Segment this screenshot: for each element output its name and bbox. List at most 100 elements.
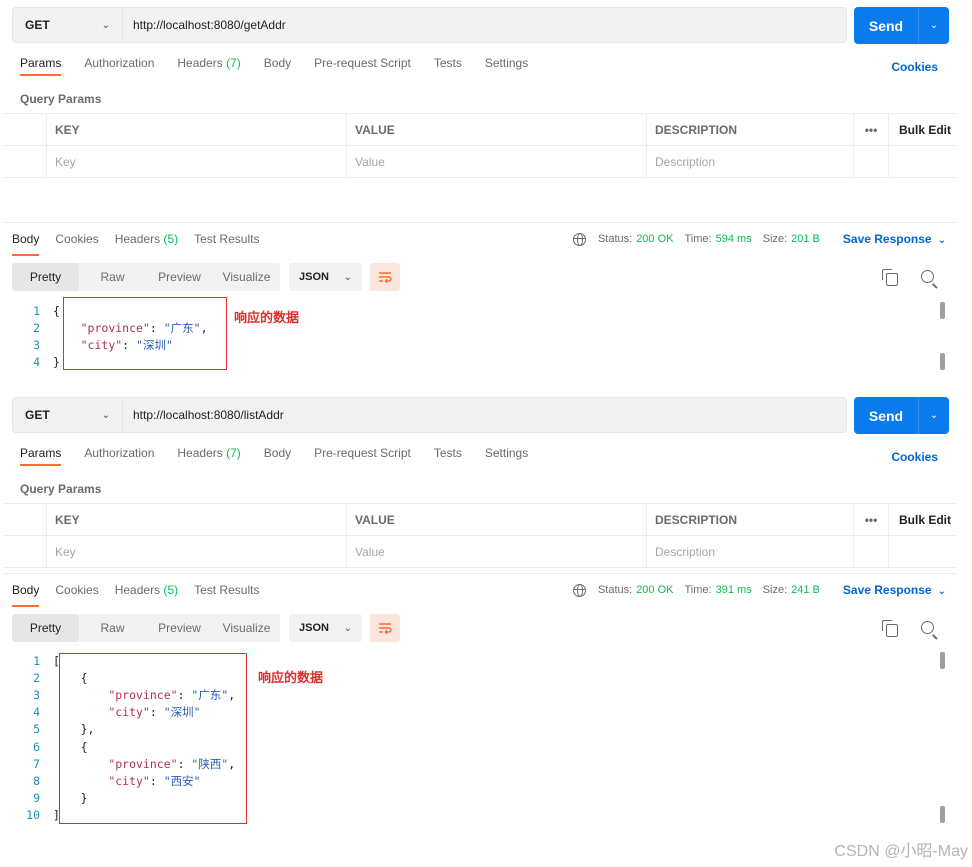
tab-pre-request-script[interactable]: Pre-request Script xyxy=(314,56,411,76)
size-value[interactable]: 241 B xyxy=(791,584,820,596)
view-visualize[interactable]: Visualize xyxy=(213,263,280,291)
value-input[interactable]: Value xyxy=(346,536,646,567)
view-raw[interactable]: Raw xyxy=(79,614,146,642)
status-value[interactable]: 200 OK xyxy=(636,584,673,596)
search-icon[interactable] xyxy=(921,621,934,634)
bulk-edit-button[interactable]: Bulk Edit xyxy=(888,114,956,145)
more-options-icon[interactable]: ••• xyxy=(853,114,888,145)
send-button[interactable]: Send ⌄ xyxy=(854,7,949,44)
request-tabs: Params Authorization Headers (7) Body Pr… xyxy=(20,56,551,80)
checkbox-column xyxy=(4,114,46,145)
line-number: 2 xyxy=(33,670,40,685)
tab-settings[interactable]: Settings xyxy=(485,446,528,466)
code-text[interactable]: ] xyxy=(46,808,60,822)
divider xyxy=(4,222,956,223)
globe-icon[interactable] xyxy=(572,583,586,597)
tab-headers[interactable]: Headers (7) xyxy=(177,56,240,76)
tab-tests[interactable]: Tests xyxy=(434,56,462,76)
code-line: 1 [ xyxy=(4,652,60,669)
table-header-row: KEY VALUE DESCRIPTION ••• Bulk Edit xyxy=(4,504,956,536)
value-input[interactable]: Value xyxy=(346,146,646,177)
tab-pre-request-script[interactable]: Pre-request Script xyxy=(314,446,411,466)
divider xyxy=(4,573,956,574)
format-select[interactable]: JSON ⌄ xyxy=(289,263,362,291)
wrap-lines-button[interactable] xyxy=(370,263,400,291)
wrap-lines-button[interactable] xyxy=(370,614,400,642)
wrap-icon xyxy=(379,272,392,283)
send-button[interactable]: Send ⌄ xyxy=(854,397,949,434)
view-raw[interactable]: Raw xyxy=(79,263,146,291)
tab-response-cookies[interactable]: Cookies xyxy=(55,232,98,256)
tab-params[interactable]: Params xyxy=(20,446,62,466)
save-response-button[interactable]: Save Response ⌄ xyxy=(843,583,946,597)
tab-response-body[interactable]: Body xyxy=(12,583,40,607)
view-pretty[interactable]: Pretty xyxy=(12,614,79,642)
code-text[interactable]: { xyxy=(46,304,60,318)
copy-icon[interactable] xyxy=(882,620,898,637)
url-bar: GET ⌄ http://localhost:8080/getAddr xyxy=(12,7,847,43)
description-input[interactable]: Description xyxy=(646,146,853,177)
tab-params[interactable]: Params xyxy=(20,56,62,76)
tab-body[interactable]: Body xyxy=(264,56,291,76)
format-select[interactable]: JSON ⌄ xyxy=(289,614,362,642)
row-spacer xyxy=(853,146,888,177)
tab-settings[interactable]: Settings xyxy=(485,56,528,76)
size-value[interactable]: 201 B xyxy=(791,233,820,245)
key-input[interactable]: Key xyxy=(46,536,346,567)
code-text[interactable]: [ xyxy=(46,654,60,668)
url-input[interactable]: http://localhost:8080/listAddr xyxy=(123,408,284,422)
method-select[interactable]: GET ⌄ xyxy=(13,8,123,42)
copy-icon[interactable] xyxy=(882,269,898,286)
tab-body[interactable]: Body xyxy=(264,446,291,466)
bulk-edit-button[interactable]: Bulk Edit xyxy=(888,504,956,535)
checkbox-column xyxy=(4,504,46,535)
line-number: 3 xyxy=(33,687,40,702)
tab-authorization[interactable]: Authorization xyxy=(84,56,154,76)
save-response-button[interactable]: Save Response ⌄ xyxy=(843,232,946,246)
tab-tests[interactable]: Tests xyxy=(434,446,462,466)
line-number: 6 xyxy=(33,739,40,754)
tab-authorization[interactable]: Authorization xyxy=(84,446,154,466)
time-value[interactable]: 391 ms xyxy=(716,584,752,596)
line-number: 1 xyxy=(33,303,40,318)
scrollbar[interactable] xyxy=(940,806,945,823)
url-input[interactable]: http://localhost:8080/getAddr xyxy=(123,18,286,32)
view-preview[interactable]: Preview xyxy=(146,263,213,291)
code-text[interactable]: } xyxy=(46,355,60,369)
tab-test-results[interactable]: Test Results xyxy=(194,232,259,256)
search-icon[interactable] xyxy=(921,270,934,283)
line-number: 9 xyxy=(33,791,40,806)
scrollbar[interactable] xyxy=(940,652,945,669)
highlight-box xyxy=(63,297,227,370)
line-number: 2 xyxy=(33,320,40,335)
scrollbar[interactable] xyxy=(940,302,945,319)
row-spacer xyxy=(888,536,956,567)
query-params-title: Query Params xyxy=(20,482,102,496)
key-input[interactable]: Key xyxy=(46,146,346,177)
more-options-icon[interactable]: ••• xyxy=(853,504,888,535)
cookies-link[interactable]: Cookies xyxy=(891,60,938,74)
method-select[interactable]: GET ⌄ xyxy=(13,398,123,432)
tab-response-body[interactable]: Body xyxy=(12,232,40,256)
description-input[interactable]: Description xyxy=(646,536,853,567)
scrollbar[interactable] xyxy=(940,353,945,370)
tab-response-cookies[interactable]: Cookies xyxy=(55,583,98,607)
tab-response-headers[interactable]: Headers (5) xyxy=(115,232,178,256)
time-value[interactable]: 594 ms xyxy=(716,233,752,245)
cookies-link[interactable]: Cookies xyxy=(891,450,938,464)
chevron-down-icon[interactable]: ⌄ xyxy=(918,7,949,44)
tab-headers[interactable]: Headers (7) xyxy=(177,446,240,466)
params-table: KEY VALUE DESCRIPTION ••• Bulk Edit Key … xyxy=(4,113,956,178)
tab-test-results[interactable]: Test Results xyxy=(194,583,259,607)
tab-response-headers[interactable]: Headers (5) xyxy=(115,583,178,607)
globe-icon[interactable] xyxy=(572,232,586,246)
view-preview[interactable]: Preview xyxy=(146,614,213,642)
view-pretty[interactable]: Pretty xyxy=(12,263,79,291)
chevron-down-icon: ⌄ xyxy=(343,622,352,634)
response-view-bar: Pretty Raw Preview Visualize JSON ⌄ xyxy=(12,614,400,642)
view-visualize[interactable]: Visualize xyxy=(213,614,280,642)
value-header: VALUE xyxy=(346,114,646,145)
chevron-down-icon[interactable]: ⌄ xyxy=(918,397,949,434)
status-value[interactable]: 200 OK xyxy=(636,233,673,245)
line-number: 8 xyxy=(33,773,40,788)
